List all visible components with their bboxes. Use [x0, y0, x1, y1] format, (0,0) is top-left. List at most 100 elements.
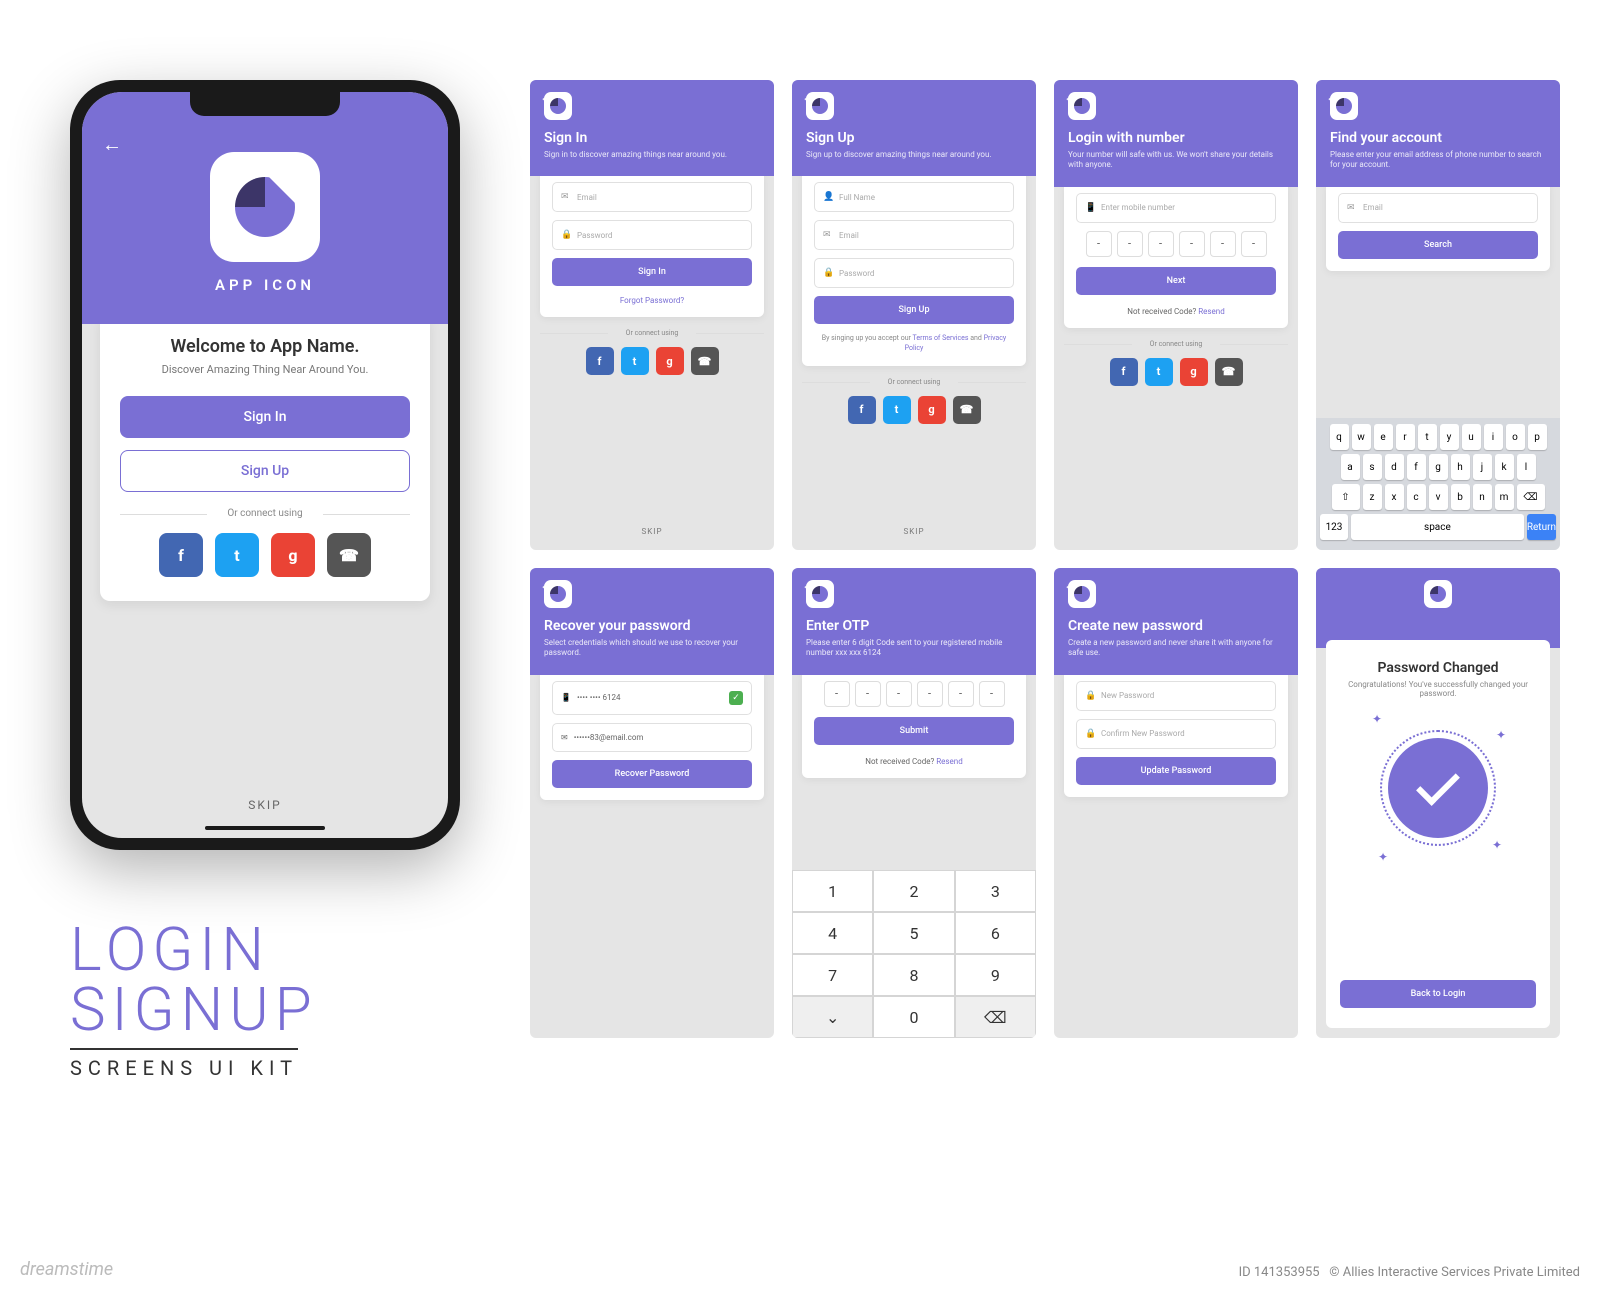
forgot-password-link[interactable]: Forgot Password?	[552, 296, 752, 305]
otp-digit[interactable]: -	[1086, 231, 1112, 257]
numpad-key-3[interactable]: 3	[955, 870, 1036, 912]
email-field[interactable]: ✉Email	[552, 182, 752, 212]
key-numbers[interactable]: 123	[1320, 514, 1348, 540]
numpad-key-8[interactable]: 8	[873, 954, 954, 996]
key-e[interactable]: e	[1374, 424, 1393, 450]
update-password-button[interactable]: Update Password	[1076, 757, 1276, 785]
google-button[interactable]: g	[1180, 358, 1208, 386]
twitter-button[interactable]: t	[883, 396, 911, 424]
resend-link[interactable]: Resend	[936, 757, 962, 766]
phone-button[interactable]: ☎	[953, 396, 981, 424]
key-g[interactable]: g	[1429, 454, 1448, 480]
key-⌫[interactable]: ⌫	[1517, 484, 1545, 510]
numpad-key-1[interactable]: 1	[792, 870, 873, 912]
phone-button[interactable]: ☎	[691, 347, 719, 375]
skip-link[interactable]: SKIP	[530, 513, 774, 550]
sign-up-button[interactable]: Sign Up	[814, 296, 1014, 324]
numpad-key-6[interactable]: 6	[955, 912, 1036, 954]
numpad-key-⌫[interactable]: ⌫	[955, 996, 1036, 1038]
otp-digit[interactable]: -	[824, 681, 850, 707]
email-field[interactable]: ✉Email	[1338, 193, 1538, 223]
fullname-field[interactable]: 👤Full Name	[814, 182, 1014, 212]
key-v[interactable]: v	[1429, 484, 1448, 510]
email-field[interactable]: ✉Email	[814, 220, 1014, 250]
sign-in-button[interactable]: Sign In	[120, 396, 410, 438]
twitter-button[interactable]: t	[1145, 358, 1173, 386]
facebook-button[interactable]: f	[586, 347, 614, 375]
back-arrow-icon[interactable]: ←	[802, 578, 814, 592]
back-arrow-icon[interactable]: ←	[1064, 578, 1076, 592]
key-return[interactable]: Return	[1527, 514, 1556, 540]
otp-digit[interactable]: -	[855, 681, 881, 707]
back-arrow-icon[interactable]: ←	[102, 132, 122, 157]
key-r[interactable]: r	[1396, 424, 1415, 450]
google-button[interactable]: g	[918, 396, 946, 424]
key-f[interactable]: f	[1407, 454, 1426, 480]
key-b[interactable]: b	[1451, 484, 1470, 510]
key-u[interactable]: u	[1462, 424, 1481, 450]
key-k[interactable]: k	[1495, 454, 1514, 480]
key-l[interactable]: l	[1517, 454, 1536, 480]
search-button[interactable]: Search	[1338, 231, 1538, 259]
phone-button[interactable]: ☎	[1215, 358, 1243, 386]
otp-digit[interactable]: -	[979, 681, 1005, 707]
key-m[interactable]: m	[1495, 484, 1514, 510]
facebook-button[interactable]: f	[159, 533, 203, 577]
back-to-login-button[interactable]: Back to Login	[1340, 980, 1536, 1008]
twitter-button[interactable]: t	[621, 347, 649, 375]
next-button[interactable]: Next	[1076, 267, 1276, 295]
key-p[interactable]: p	[1528, 424, 1547, 450]
recover-button[interactable]: Recover Password	[552, 760, 752, 788]
back-arrow-icon[interactable]: ←	[802, 90, 814, 104]
sign-up-button[interactable]: Sign Up	[120, 450, 410, 492]
mobile-field[interactable]: 📱Enter mobile number	[1076, 193, 1276, 223]
key-j[interactable]: j	[1473, 454, 1492, 480]
back-arrow-icon[interactable]: ←	[1326, 90, 1338, 104]
skip-link[interactable]: SKIP	[792, 513, 1036, 550]
new-password-field[interactable]: 🔒New Password	[1076, 681, 1276, 711]
key-i[interactable]: i	[1484, 424, 1503, 450]
back-arrow-icon[interactable]: ←	[540, 90, 552, 104]
key-a[interactable]: a	[1341, 454, 1360, 480]
google-button[interactable]: g	[271, 533, 315, 577]
key-y[interactable]: y	[1440, 424, 1459, 450]
key-t[interactable]: t	[1418, 424, 1437, 450]
key-space[interactable]: space	[1351, 514, 1524, 540]
phone-button[interactable]: ☎	[327, 533, 371, 577]
otp-digit[interactable]: -	[1241, 231, 1267, 257]
numpad-key-⌄[interactable]: ⌄	[792, 996, 873, 1038]
password-field[interactable]: 🔒Password	[552, 220, 752, 250]
facebook-button[interactable]: f	[848, 396, 876, 424]
facebook-button[interactable]: f	[1110, 358, 1138, 386]
key-s[interactable]: s	[1363, 454, 1382, 480]
terms-link[interactable]: Terms of Services	[913, 334, 969, 342]
google-button[interactable]: g	[656, 347, 684, 375]
key-⇧[interactable]: ⇧	[1332, 484, 1360, 510]
confirm-password-field[interactable]: 🔒Confirm New Password	[1076, 719, 1276, 749]
recover-email-option[interactable]: ✉••••••83@email.com	[552, 723, 752, 752]
back-arrow-icon[interactable]: ←	[1064, 90, 1076, 104]
key-d[interactable]: d	[1385, 454, 1404, 480]
sign-in-button[interactable]: Sign In	[552, 258, 752, 286]
recover-phone-option[interactable]: 📱•••• •••• 6124✓	[552, 681, 752, 715]
key-x[interactable]: x	[1385, 484, 1404, 510]
key-o[interactable]: o	[1506, 424, 1525, 450]
otp-digit[interactable]: -	[886, 681, 912, 707]
otp-digit[interactable]: -	[1210, 231, 1236, 257]
submit-button[interactable]: Submit	[814, 717, 1014, 745]
otp-digit[interactable]: -	[1117, 231, 1143, 257]
key-c[interactable]: c	[1407, 484, 1426, 510]
numpad-key-0[interactable]: 0	[873, 996, 954, 1038]
numpad-key-5[interactable]: 5	[873, 912, 954, 954]
twitter-button[interactable]: t	[215, 533, 259, 577]
otp-digit[interactable]: -	[1148, 231, 1174, 257]
resend-link[interactable]: Resend	[1198, 307, 1224, 316]
key-z[interactable]: z	[1363, 484, 1382, 510]
key-w[interactable]: w	[1352, 424, 1371, 450]
numpad-key-2[interactable]: 2	[873, 870, 954, 912]
numpad-key-7[interactable]: 7	[792, 954, 873, 996]
key-n[interactable]: n	[1473, 484, 1492, 510]
key-q[interactable]: q	[1330, 424, 1349, 450]
password-field[interactable]: 🔒Password	[814, 258, 1014, 288]
otp-digit[interactable]: -	[948, 681, 974, 707]
